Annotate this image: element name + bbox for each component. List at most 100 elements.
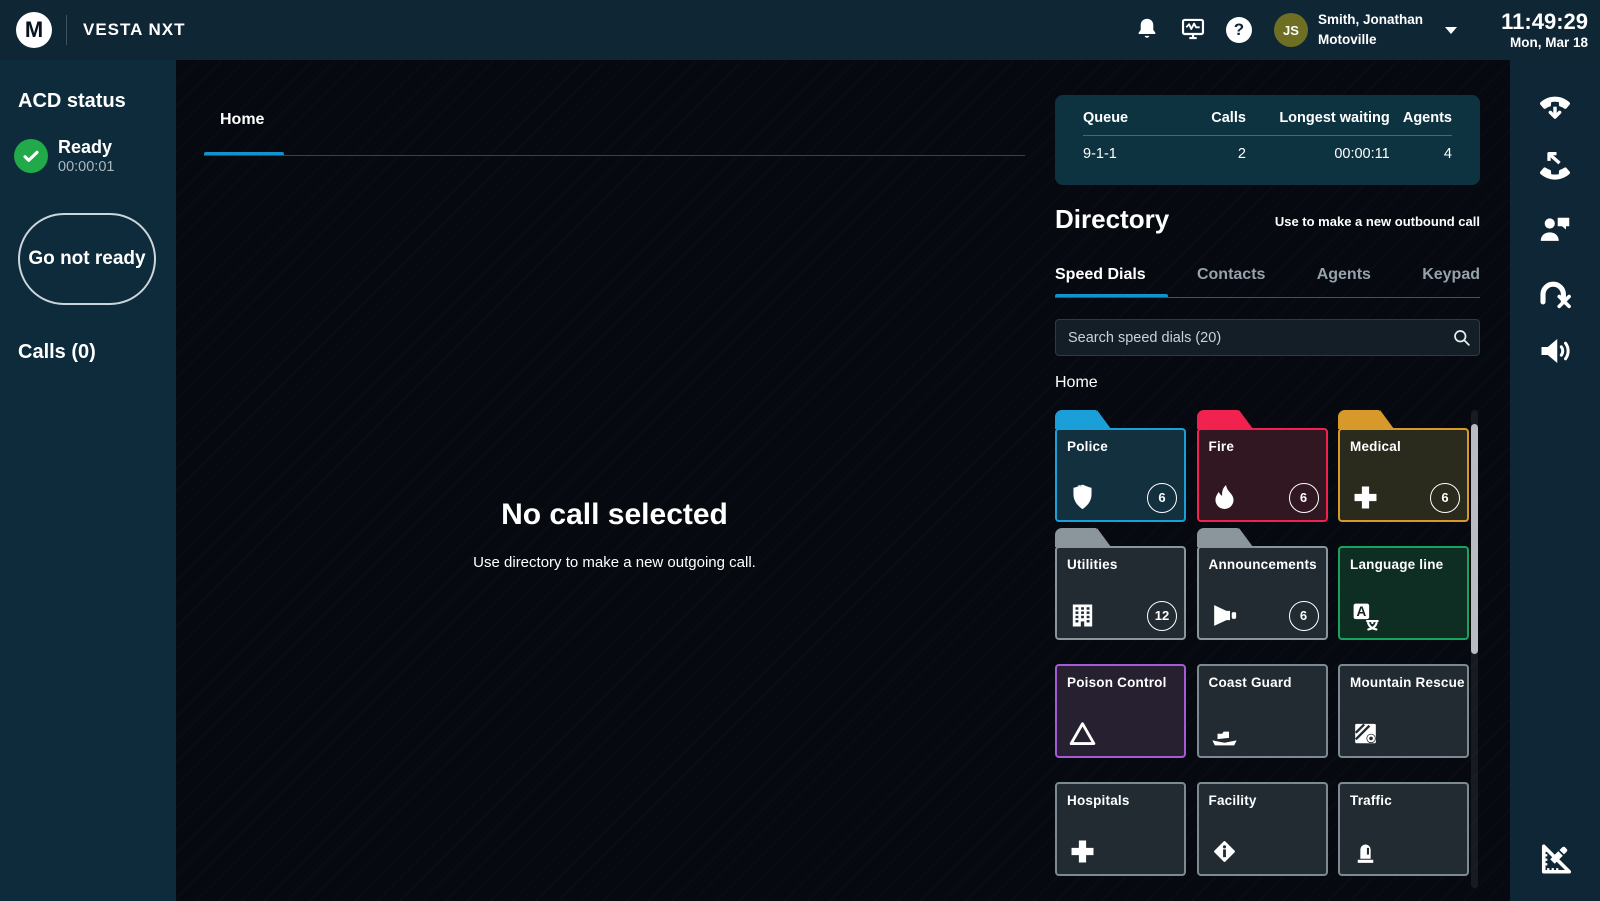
clock: 11:49:29 Mon, Mar 18 [1473,10,1588,49]
scrollbar-thumb[interactable] [1471,424,1478,654]
queue-summary-card: Queue Calls Longest waiting Agents 9-1-1… [1055,95,1480,185]
speed-dial-folder-utilities[interactable]: Utilities 12 [1055,546,1186,640]
help-button[interactable]: ? [1216,7,1262,53]
speed-dial-hospitals[interactable]: Hospitals [1055,782,1186,876]
boat-icon [1209,718,1240,749]
chevron-down-icon [1445,27,1457,34]
queue-col-header: Queue [1083,110,1188,126]
tile-count-badge: 6 [1430,483,1460,513]
bell-icon [1134,16,1160,45]
search-icon[interactable] [1443,327,1479,348]
tile-label: Poison Control [1067,675,1174,690]
user-menu-button[interactable] [1429,8,1473,52]
tile-label: Facility [1209,793,1316,808]
acd-status-label: Ready [58,137,114,159]
directory-tab-contacts[interactable]: Contacts [1197,266,1265,284]
ready-check-icon [14,139,48,173]
header-divider [66,15,67,45]
acd-status-timer: 00:00:01 [58,159,114,175]
tile-label: Fire [1209,439,1316,454]
tile-count-badge: 6 [1289,483,1319,513]
speed-dial-search [1055,319,1480,356]
help-icon: ? [1226,17,1252,43]
directory-scrollbar[interactable] [1471,410,1478,888]
queue-table-header: Queue Calls Longest waiting Agents [1083,110,1452,126]
flame-icon [1209,482,1240,513]
volume-button[interactable] [1531,328,1579,376]
tab-bar-divider [204,155,1025,156]
tile-label: Hospitals [1067,793,1174,808]
app-title: VESTA NXT [83,20,186,40]
tile-label: Medical [1350,439,1457,454]
ruler-pencil-icon [1537,841,1573,880]
go-not-ready-button[interactable]: Go not ready [18,213,156,305]
agent-chat-button[interactable] [1531,205,1579,253]
speed-dial-language-line[interactable]: Language line A [1338,546,1469,640]
tile-count-badge: 6 [1289,601,1319,631]
clock-date: Mon, Mar 18 [1473,35,1588,50]
hospital-cross-icon [1067,836,1098,867]
acd-sidebar: ACD status Ready 00:00:01 Go not ready C… [0,60,176,901]
release-call-button[interactable] [1531,144,1579,192]
directory-tab-speed-dials[interactable]: Speed Dials [1055,266,1146,284]
volume-icon [1537,333,1573,372]
tile-label: Announcements [1209,557,1316,572]
megaphone-icon [1209,600,1240,631]
answer-call-button[interactable] [1531,84,1579,132]
terrain-map-icon [1350,718,1381,749]
agent-chat-icon [1537,210,1573,249]
tile-count-badge: 12 [1147,601,1177,631]
calls-col-header: Calls [1188,110,1246,126]
speed-dial-traffic[interactable]: Traffic [1338,782,1469,876]
directory-hint: Use to make a new outbound call [1275,214,1480,232]
medical-cross-icon [1350,482,1381,513]
queue-table-row: 9-1-1 2 00:00:11 4 [1083,146,1452,162]
directory-tab-keypad[interactable]: Keypad [1422,266,1480,284]
tab-home[interactable]: Home [220,111,264,129]
acd-status-row: Ready 00:00:01 [14,137,176,175]
speed-dial-poison-control[interactable]: Poison Control [1055,664,1186,758]
user-name-line1: Smith, Jonathan [1318,10,1423,30]
clock-time: 11:49:29 [1473,10,1588,34]
motorola-logo-icon: M [16,12,52,48]
calls-section-title: Calls (0) [18,341,176,364]
user-avatar[interactable]: JS [1274,13,1308,47]
search-input[interactable] [1056,330,1443,346]
app-header: M VESTA NXT ? JS Smith, Jonathan Motovil… [0,0,1600,60]
queue-name-cell: 9-1-1 [1083,146,1188,162]
directory-tabbar-divider [1055,297,1480,298]
monitor-off-button[interactable] [1531,269,1579,317]
system-status-button[interactable] [1170,7,1216,53]
police-badge-icon [1067,482,1098,513]
call-control-toolbar [1510,60,1600,901]
release-call-icon [1537,149,1573,188]
avatar-initials: JS [1283,23,1299,38]
folder-tab [1197,410,1239,429]
directory-panel: Queue Calls Longest waiting Agents 9-1-1… [1055,60,1480,901]
folder-tab [1055,410,1097,429]
longest-waiting-col-header: Longest waiting [1246,110,1390,126]
speed-dial-mountain-rescue[interactable]: Mountain Rescue [1338,664,1469,758]
notifications-button[interactable] [1124,7,1170,53]
speed-dial-group-label: Home [1055,374,1098,392]
speed-dial-folder-medical[interactable]: Medical 6 [1338,428,1469,522]
tile-label: Utilities [1067,557,1174,572]
facility-diamond-icon [1209,836,1240,867]
tile-label: Traffic [1350,793,1457,808]
svg-text:A: A [1356,604,1366,619]
directory-tab-agents[interactable]: Agents [1317,266,1371,284]
answer-call-icon [1537,89,1573,128]
monitor-off-icon [1537,274,1573,313]
speed-dial-folder-fire[interactable]: Fire 6 [1197,428,1328,522]
speed-dial-folder-announcements[interactable]: Announcements 6 [1197,546,1328,640]
speed-dial-grid: Police 6 Fire 6 Medical 6 Utilities [1055,428,1469,876]
acd-status-title: ACD status [18,90,176,113]
queue-calls-cell: 2 [1188,146,1246,162]
queue-agents-cell: 4 [1390,146,1452,162]
measure-tool-button[interactable] [1531,836,1579,884]
tile-label: Mountain Rescue [1350,675,1457,690]
speed-dial-facility[interactable]: Facility [1197,782,1328,876]
speed-dial-folder-police[interactable]: Police 6 [1055,428,1186,522]
monitor-pulse-icon [1180,16,1206,45]
speed-dial-coast-guard[interactable]: Coast Guard [1197,664,1328,758]
